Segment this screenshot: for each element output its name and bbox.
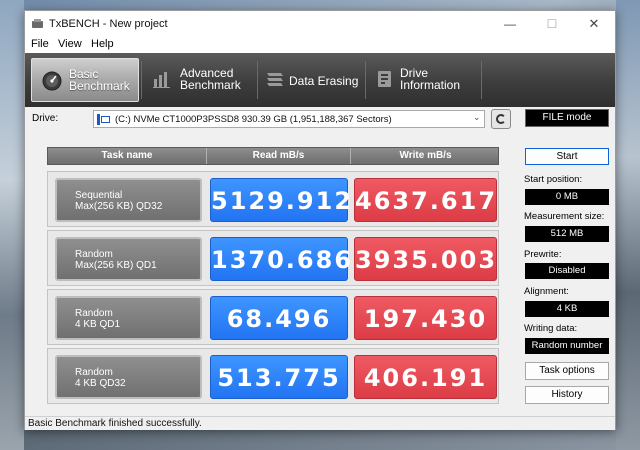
writing-data-label: Writing data: [524, 323, 578, 334]
write-value: 4637.617 [354, 178, 497, 222]
start-button[interactable]: Start [525, 148, 609, 165]
toolbar: Basic Benchmark Advanced Benchmark Data … [25, 53, 615, 107]
start-position-label: Start position: [524, 174, 583, 185]
tab-divider [365, 61, 366, 99]
tab-drive-information-label: Drive Information [400, 66, 461, 92]
read-value: 5129.912 [210, 178, 351, 222]
title-bar: TxBENCH - New project — ☐ ✕ [25, 11, 615, 37]
menu-bar: File View Help [25, 37, 615, 53]
desktop-background-left [0, 0, 24, 450]
status-text: Basic Benchmark finished successfully. [28, 418, 202, 429]
task-options-button[interactable]: Task options [525, 362, 609, 380]
write-value: 3935.003 [354, 237, 497, 281]
tab-divider [481, 61, 482, 99]
menu-view[interactable]: View [58, 38, 82, 50]
tab-data-erasing[interactable]: Data Erasing [259, 58, 359, 102]
tab-drive-information[interactable]: Drive Information [369, 58, 477, 102]
minimize-button[interactable]: — [489, 11, 531, 37]
stack-erase-icon [265, 69, 285, 92]
bar-chart-icon [152, 69, 172, 92]
tab-data-erasing-label: Data Erasing [289, 74, 359, 88]
tab-basic-benchmark-label: Basic Benchmark [69, 67, 130, 93]
result-row: Random 4 KB QD1 68.496 197.430 [47, 289, 499, 345]
chevron-down-icon: ⌄ [473, 112, 481, 122]
drive-select[interactable]: (C:) NVMe CT1000P3PSSD8 930.39 GB (1,951… [93, 110, 485, 128]
result-row: Random 4 KB QD32 513.775 406.191 [47, 348, 499, 404]
start-position-value[interactable]: 0 MB [525, 189, 609, 205]
writing-data-value[interactable]: Random number [525, 338, 609, 354]
result-row: Random Max(256 KB) QD1 1370.686 3935.003 [47, 230, 499, 286]
tab-advanced-benchmark[interactable]: Advanced Benchmark [143, 58, 255, 102]
tab-basic-benchmark[interactable]: Basic Benchmark [31, 58, 139, 102]
nvme-drive-icon [97, 114, 110, 125]
window-title: TxBENCH - New project [49, 18, 168, 30]
tab-divider [257, 61, 258, 99]
read-value: 1370.686 [210, 237, 351, 281]
read-value: 513.775 [210, 355, 348, 399]
header-read: Read mB/s [206, 148, 350, 164]
refresh-icon [496, 114, 506, 124]
status-bar: Basic Benchmark finished successfully. [25, 416, 615, 430]
gauge-icon [41, 70, 63, 95]
maximize-button[interactable]: ☐ [531, 11, 573, 37]
task-button[interactable]: Random 4 KB QD32 [55, 355, 202, 399]
task-name: Random Max(256 KB) QD1 [75, 249, 157, 271]
write-value: 197.430 [354, 296, 497, 340]
tab-divider [141, 61, 142, 99]
header-task-name: Task name [101, 150, 153, 161]
header-write: Write mB/s [350, 148, 500, 164]
task-name: Sequential Max(256 KB) QD32 [75, 190, 163, 212]
prewrite-value[interactable]: Disabled [525, 263, 609, 279]
write-value: 406.191 [354, 355, 497, 399]
alignment-value[interactable]: 4 KB [525, 301, 609, 317]
prewrite-label: Prewrite: [524, 249, 562, 260]
results-header: Task name Read mB/s Write mB/s [47, 147, 499, 165]
drive-info-icon [376, 69, 394, 92]
alignment-label: Alignment: [524, 286, 569, 297]
drive-select-value: (C:) NVMe CT1000P3PSSD8 930.39 GB (1,951… [115, 114, 392, 125]
task-button[interactable]: Sequential Max(256 KB) QD32 [55, 178, 202, 222]
task-button[interactable]: Random 4 KB QD1 [55, 296, 202, 340]
task-name: Random 4 KB QD32 [75, 367, 126, 389]
menu-help[interactable]: Help [91, 38, 114, 50]
refresh-drives-button[interactable] [491, 109, 511, 129]
menu-file[interactable]: File [31, 38, 49, 50]
app-icon [32, 19, 43, 28]
measurement-size-value[interactable]: 512 MB [525, 226, 609, 242]
read-value: 68.496 [210, 296, 348, 340]
task-button[interactable]: Random Max(256 KB) QD1 [55, 237, 202, 281]
measurement-size-label: Measurement size: [524, 211, 605, 222]
file-mode-indicator: FILE mode [525, 109, 609, 127]
result-row: Sequential Max(256 KB) QD32 5129.912 463… [47, 171, 499, 227]
tab-advanced-benchmark-label: Advanced Benchmark [180, 66, 241, 92]
app-window: TxBENCH - New project — ☐ ✕ File View He… [24, 10, 616, 430]
desktop-background-right [616, 0, 640, 450]
task-name: Random 4 KB QD1 [75, 308, 121, 330]
drive-label: Drive: [32, 113, 59, 124]
history-button[interactable]: History [525, 386, 609, 404]
close-button[interactable]: ✕ [573, 11, 615, 37]
